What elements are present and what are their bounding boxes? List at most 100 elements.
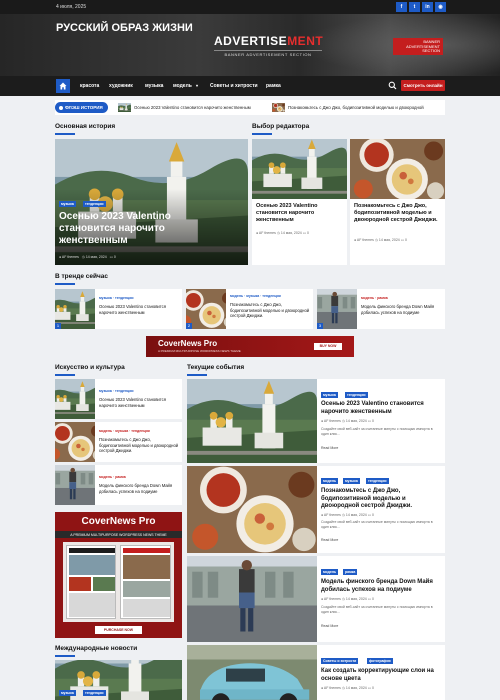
current-event-meta: ● AF themes ◷ 14 мая, 2024 ▭ 0 [321,419,374,423]
tag-music[interactable]: музыка [343,478,360,484]
trending-tags[interactable]: музыка · тенденции [99,296,134,300]
tag-music[interactable]: музыка [59,690,76,696]
tag-photography[interactable]: фотография [367,658,393,664]
arts-tags[interactable]: музыка · тенденции [99,389,134,393]
ticker-thumb[interactable] [118,103,131,112]
nav-item-artist[interactable]: художник [109,83,133,89]
tag-music[interactable]: музыка [321,392,338,398]
section-title-arts: Искусство и культура [55,364,125,371]
buy-now-button[interactable]: BUY NOW [314,343,342,350]
twitter-icon[interactable]: t [409,2,420,12]
editor-card-headline[interactable]: Осенью 2023 Valentino становится нарочит… [256,203,342,224]
tag-trends[interactable]: тенденции [366,478,389,484]
tag-trends[interactable]: тенденции [83,690,106,696]
tag-model[interactable]: модель [321,478,339,484]
nav-item-music[interactable]: музыка [145,83,163,89]
ticker-item[interactable]: Осенью 2023 Valentino становится нарочит… [134,105,251,110]
arts-thumb[interactable] [55,422,95,462]
author-icon: ● [354,238,357,242]
author[interactable]: AF themes [324,419,341,423]
side-promo-banner[interactable]: CoverNews Pro A PREMIUM MULTIPURPOSE WOR… [55,512,182,638]
tag-frame[interactable]: рамка [343,569,358,575]
section-title-trending: В тренде сейчас [55,273,108,280]
nav-item-tips[interactable]: Советы и хитрости [210,83,258,89]
side-promo-title: CoverNews Pro [81,516,156,527]
nav-item-beauty[interactable]: красота [80,83,99,89]
read-more-link[interactable]: Read More [321,446,338,450]
clock-icon: ◷ [341,686,345,690]
trending-title[interactable]: Осенью 2023 Valentino становится нарочит… [99,304,179,315]
current-event-headline[interactable]: Как создать корректирующие слои на основ… [321,668,441,683]
date: 14 мая, 2024 [345,419,367,423]
arts-thumb[interactable] [55,379,95,419]
ad-subline: BANNER ADVERTISEMENT SECTION [214,50,322,57]
author[interactable]: AF themes [324,686,341,690]
arts-title[interactable]: Познакомьтесь с Джо Джо, бодипозитивной … [99,437,179,454]
ad-headline-part-b: MENT [287,34,324,48]
editor-card-image[interactable] [350,139,445,199]
tag-music[interactable]: музыка [59,201,76,207]
side-ad-banner[interactable]: BANNER ADVERTISEMENT SECTION [393,38,443,55]
current-event-headline[interactable]: Осенью 2023 Valentino становится нарочит… [321,401,441,416]
trending-thumb[interactable] [55,289,95,329]
author[interactable]: AF themes [259,231,276,235]
ticker-thumb[interactable] [272,103,285,112]
current-event-meta: ● AF themes ◷ 14 мая, 2024 ▭ 0 [321,686,374,690]
preview-block [123,581,170,597]
promo-banner[interactable]: CoverNews Pro A PREMIUM MULTIPURPOSE WOR… [146,336,354,357]
instagram-icon[interactable]: ◉ [435,2,446,12]
arts-title[interactable]: Модель финского бренда Down Майя добилас… [99,483,179,494]
author[interactable]: AF themes [62,255,79,259]
author[interactable]: AF themes [324,597,341,601]
current-event-headline[interactable]: Модель финского бренда Down Майя добилас… [321,579,441,594]
read-more-link[interactable]: Read More [321,538,338,542]
current-event-image[interactable] [187,556,317,642]
current-event-image[interactable] [187,645,317,700]
author[interactable]: AF themes [324,513,341,517]
main-story-headline[interactable]: Осенью 2023 Valentino становится нарочит… [59,211,209,247]
arts-tags[interactable]: модель · рамка [99,475,126,479]
site-title[interactable]: РУССКИЙ ОБРАЗ ЖИЗНИ [56,22,206,34]
header-ad-banner[interactable]: ADVERTISEMENT BANNER ADVERTISEMENT SECTI… [214,34,324,58]
clock-icon: ◷ [374,238,378,242]
preview-block [123,599,170,617]
home-icon [59,82,67,90]
nav-item-frame[interactable]: рамка [266,83,281,89]
ticker-item[interactable]: Познакомьтесь с Джо Джо, бодипозитивной … [288,105,424,110]
trending-tags[interactable]: модель · музыка · тенденции [230,294,281,298]
tag-tips[interactable]: Советы и хитрости [321,658,359,664]
trending-title[interactable]: Модель финского бренда Down Майя добилас… [361,304,441,315]
tag-trends[interactable]: тенденции [345,392,368,398]
facebook-icon[interactable]: f [396,2,407,12]
section-title-editor-choice: Выбор редактора [252,123,310,130]
editor-card-headline[interactable]: Познакомьтесь с Джо Джо, бодипозитивной … [354,203,442,224]
nav-item-model[interactable]: модель [173,83,192,89]
current-event-headline[interactable]: Познакомьтесь с Джо Джо, бодипозитивной … [321,488,441,511]
section-title-current-events: Текущие события [187,364,245,371]
arts-tags[interactable]: модель · музыка · тенденции [99,429,150,433]
purchase-now-button[interactable]: PURCHASE NOW [95,626,142,634]
clock-icon: ◷ [276,231,280,235]
read-more-link[interactable]: Read More [321,624,338,628]
tag-model[interactable]: модель [321,569,339,575]
current-event-image[interactable] [187,379,317,463]
author[interactable]: AF themes [357,238,374,242]
trending-rank: 3 [317,323,323,329]
trending-thumb[interactable] [317,289,357,329]
chevron-down-icon[interactable]: ▾ [196,83,198,88]
search-icon[interactable] [388,81,397,90]
tag-trends[interactable]: тенденции [83,201,106,207]
current-event-image[interactable] [187,466,317,553]
comment-icon: ▭ [109,255,113,259]
arts-title[interactable]: Осенью 2023 Valentino становится нарочит… [99,397,179,408]
preview-block [69,593,115,617]
watch-online-button[interactable]: Смотреть онлайн [401,80,445,91]
home-button[interactable] [56,79,70,93]
linkedin-icon[interactable]: in [422,2,433,12]
editor-card-image[interactable] [252,139,347,199]
trending-thumb[interactable] [186,289,226,329]
trending-title[interactable]: Познакомьтесь с Джо Джо, бодипозитивной … [230,302,310,319]
trending-tags[interactable]: модель · рамка [361,296,388,300]
arts-thumb[interactable] [55,465,95,505]
flash-story-label: ФЛЭШ ИСТОРИЯ [55,102,108,113]
